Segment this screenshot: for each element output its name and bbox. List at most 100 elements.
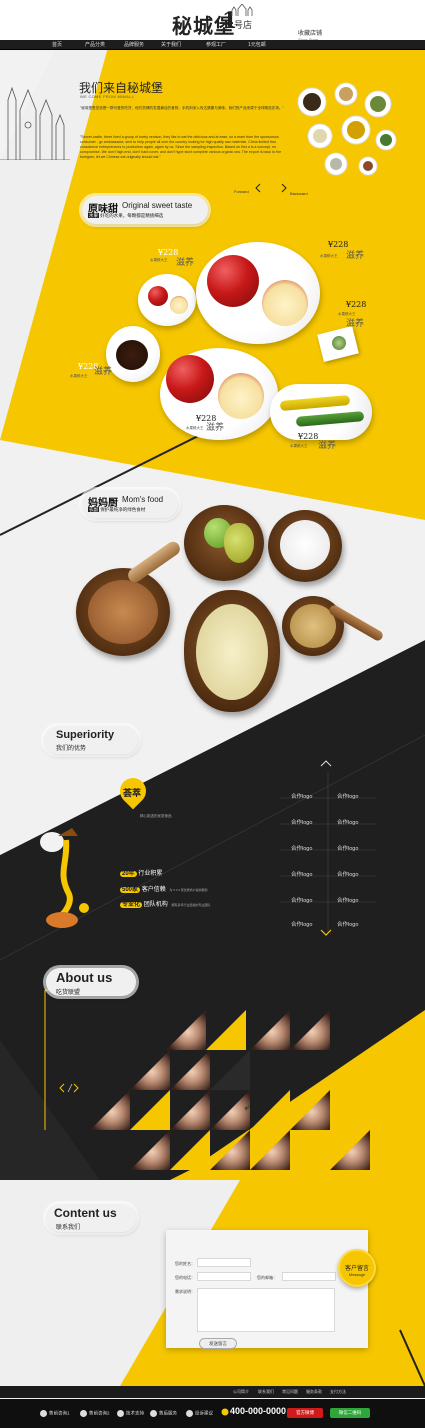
partner-logo-grid: 合作logo 合作logo 合作logo 合作logo 合作logo 合作log… xyxy=(280,772,376,932)
stat-number: 500家 xyxy=(120,887,141,893)
nav-item-home[interactable]: 首页 xyxy=(52,40,62,50)
service-label: 售后服务 xyxy=(159,1410,177,1416)
hotline-number: 400-000-0000 xyxy=(230,1406,287,1416)
submit-button[interactable]: 发送留言 xyxy=(199,1338,237,1349)
price-tag-label: 水果鲜大王 xyxy=(150,258,168,262)
superiority-subtitle: 我们的优势 xyxy=(56,746,87,752)
phone-input[interactable] xyxy=(197,1272,251,1281)
partner-logo[interactable]: 合作logo xyxy=(291,818,312,826)
pear-image xyxy=(224,523,254,563)
peppercorn-image xyxy=(116,340,148,370)
apple-half-image xyxy=(218,373,264,419)
partner-logo[interactable]: 合作logo xyxy=(291,920,312,928)
wechat-button[interactable]: 微信二维码 xyxy=(330,1408,370,1418)
weibo-button[interactable]: 官方微博 xyxy=(287,1408,323,1418)
partner-logo[interactable]: 合作logo xyxy=(337,920,358,928)
nav-item-factory[interactable]: 参观工厂 xyxy=(206,40,226,50)
service-item[interactable]: 售后服务 xyxy=(150,1410,177,1417)
partner-logo[interactable]: 合作logo xyxy=(291,844,312,852)
headset-icon xyxy=(186,1410,193,1417)
gallery-pager[interactable] xyxy=(58,1082,80,1094)
intro-paragraph-en: "Secret castle, there lived a group of l… xyxy=(80,135,282,159)
artichoke-image xyxy=(332,336,346,350)
juice-pour-image xyxy=(40,828,89,928)
seal-stamp: 滋养 xyxy=(346,319,365,329)
apple-half-image xyxy=(262,280,308,326)
seal-stamp: 滋养 xyxy=(206,423,225,433)
about-badge: About us 吃货联盟 xyxy=(46,968,136,996)
partner-logo[interactable]: 合作logo xyxy=(291,792,312,800)
chevron-right-icon[interactable] xyxy=(279,183,289,193)
contact-title: Content us xyxy=(54,1206,117,1220)
price-label: ¥228 xyxy=(298,432,319,441)
headset-icon xyxy=(150,1410,157,1417)
service-item[interactable]: 投诉建议 xyxy=(186,1410,213,1417)
partner-logo[interactable]: 合作logo xyxy=(337,870,358,878)
price-tag-label: 水果鲜大王 xyxy=(290,444,308,448)
gallery-photo[interactable] xyxy=(90,1010,370,1170)
intro-subtitle: WE COME FROM MIMALL xyxy=(80,94,135,99)
section-mom-badge: 妈妈厨 Mom's food 农副 保护最纯净的绿色食材 xyxy=(82,490,178,518)
pager-backward-label[interactable]: Backward xyxy=(290,191,308,196)
service-label: 投诉建议 xyxy=(195,1410,213,1416)
photo-gallery xyxy=(90,1010,370,1170)
nav-item-brand[interactable]: 品牌服务 xyxy=(124,40,144,50)
service-label: 售前咨询1 xyxy=(49,1410,70,1416)
weibo-label: 官方微博 xyxy=(296,1410,314,1415)
nav-item-free-shipping[interactable]: 1元包邮 xyxy=(248,40,266,50)
stat-row: 500家 客户信赖 为 5 0 0 家优质商户提供服务 xyxy=(120,884,208,893)
service-label: 售前咨询2 xyxy=(89,1410,110,1416)
intro-paragraph-cn: "秘城堡是坚信是一群可爱的吃货，他们热情的发掘最佳的食物，手机则深入传达健康与美… xyxy=(80,106,284,110)
partner-logo[interactable]: 合作logo xyxy=(291,870,312,878)
partner-logo[interactable]: 合作logo xyxy=(291,896,312,904)
main-nav: 首页 产品分类 品牌服务 关于我们 参观工厂 1元包邮 xyxy=(0,40,425,50)
footer-link-contact[interactable]: 联系我们 xyxy=(258,1389,274,1395)
stat-number: 专业化 xyxy=(120,902,143,908)
nav-item-about[interactable]: 关于我们 xyxy=(161,40,181,50)
message-textarea[interactable] xyxy=(197,1288,335,1332)
seal-stamp: 滋养 xyxy=(176,258,195,268)
phone-label: 您的电话： xyxy=(175,1275,195,1280)
footer-link-terms[interactable]: 服务条款 xyxy=(306,1389,322,1395)
superiority-badge: Superiority 我们的优势 xyxy=(44,726,138,754)
partner-logo[interactable]: 合作logo xyxy=(337,896,358,904)
seal-stamp: 滋养 xyxy=(346,251,365,261)
almonds-image xyxy=(88,580,158,644)
section-sweet-tag-label: 水果 xyxy=(88,213,99,218)
price-tag-label: 水果鲜大王 xyxy=(320,254,338,258)
partner-logo[interactable]: 合作logo xyxy=(337,844,358,852)
onions-image xyxy=(196,604,268,700)
nav-item-categories[interactable]: 产品分类 xyxy=(85,40,105,50)
pager-forward-label[interactable]: Forward xyxy=(234,189,249,194)
section-mom-tag-label: 农副 xyxy=(88,507,99,512)
message-badge[interactable]: 客户留言 Message xyxy=(338,1249,376,1287)
price-label: ¥228 xyxy=(346,300,367,309)
name-input[interactable] xyxy=(197,1258,251,1267)
partner-logo[interactable]: 合作logo xyxy=(337,792,358,800)
chevron-left-icon[interactable] xyxy=(253,183,263,193)
stat-row: 专业化 团队机构 拥有多年行业经验的专业团队 xyxy=(120,899,210,908)
service-item[interactable]: 售前咨询1 xyxy=(40,1410,70,1417)
contact-badge: Content us 联系我们 xyxy=(46,1204,136,1232)
service-item[interactable]: 技术支持 xyxy=(117,1410,144,1417)
partner-logo[interactable]: 合作logo xyxy=(337,818,358,826)
chevron-up-icon[interactable] xyxy=(316,758,336,768)
email-input[interactable] xyxy=(282,1272,336,1281)
price-tag-label: 水果鲜大王 xyxy=(70,374,88,378)
footer-link-payment[interactable]: 支付方法 xyxy=(330,1389,346,1395)
apple-half-image xyxy=(170,296,188,314)
footer-link-company[interactable]: 公司简介 xyxy=(233,1389,249,1395)
message-badge-cn: 客户留言 xyxy=(344,1266,369,1272)
name-label: 您的姓名： xyxy=(175,1261,195,1266)
service-item[interactable]: 售前咨询2 xyxy=(80,1410,110,1417)
section-mom-desc: 保护最纯净的绿色食材 xyxy=(100,507,146,512)
wechat-label: 微信二维码 xyxy=(338,1410,362,1415)
section-sweet-desc: 好吃的水果，每颗都是精挑细选 xyxy=(100,213,164,218)
stat-label: 客户信赖 xyxy=(141,887,166,893)
collection-title-en: Collection xyxy=(150,786,177,792)
collection-desc: 精心挑选的优质食品 xyxy=(140,814,172,818)
footer-link-faq[interactable]: 常见问题 xyxy=(282,1389,298,1395)
footer-links: 公司简介 联系我们 常见问题 服务条款 支付方法 xyxy=(0,1386,425,1398)
seal-stamp: 滋养 xyxy=(94,367,113,377)
stat-label: 行业积累 xyxy=(138,871,163,877)
